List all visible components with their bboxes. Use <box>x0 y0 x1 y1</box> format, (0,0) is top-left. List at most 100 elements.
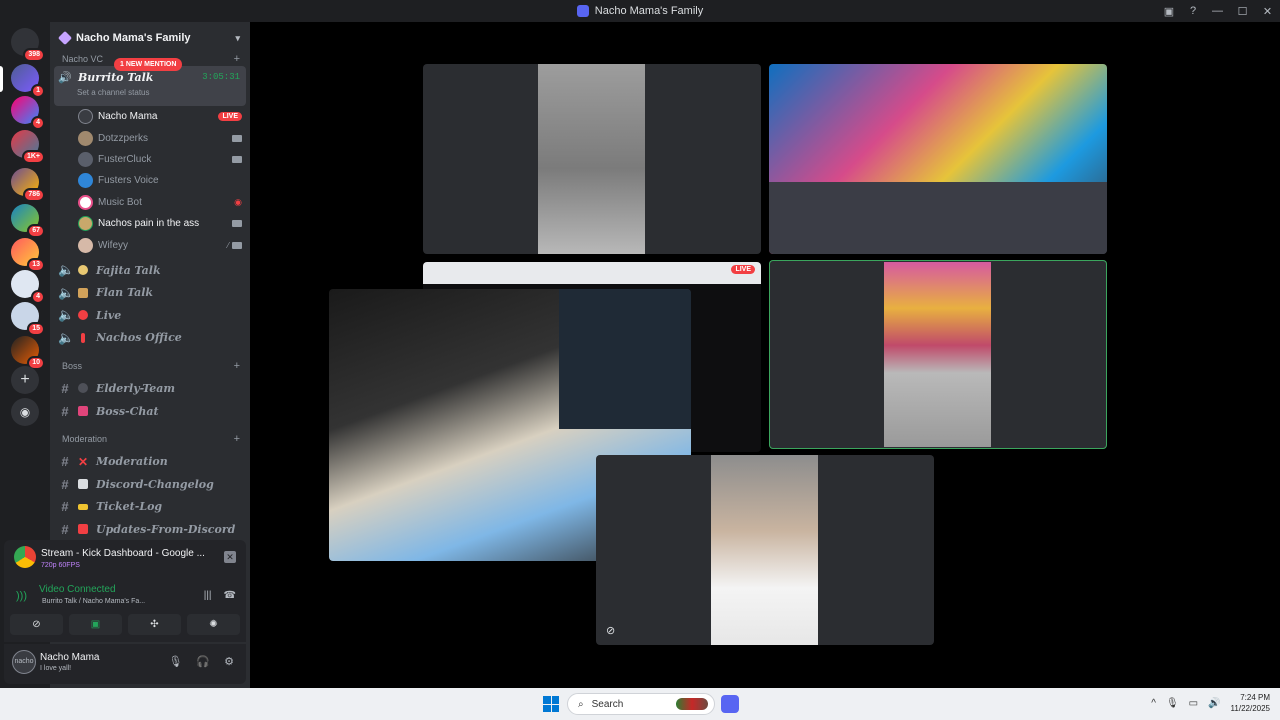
unread-badge: 1 <box>31 84 45 98</box>
video-tile[interactable] <box>423 64 761 254</box>
discord-taskbar-icon[interactable] <box>721 695 739 713</box>
server-icon[interactable]: 10 <box>11 336 45 370</box>
discover-icon[interactable]: ◉ <box>11 398 39 426</box>
username[interactable]: Nacho Mama <box>40 652 99 663</box>
browser-chrome <box>423 262 761 284</box>
network-icon[interactable]: ▭ <box>1189 698 1198 709</box>
stop-stream-button[interactable]: ✕ <box>224 551 236 563</box>
category-boss[interactable]: Boss + <box>50 355 250 377</box>
disconnect-icon[interactable]: ☎ <box>224 590 236 601</box>
channel-emoji <box>78 479 88 490</box>
microphone-icon[interactable]: 🎙 <box>168 655 182 668</box>
voice-member[interactable]: Fusters Voice <box>50 170 250 191</box>
voice-member[interactable]: Nachos pain in the ass <box>50 213 250 234</box>
voice-channel-live[interactable]: 🔈 Live <box>50 304 250 327</box>
video-tile[interactable]: ⊘ <box>596 455 934 645</box>
server-icon[interactable]: 15 <box>11 302 45 336</box>
avatar <box>78 194 93 210</box>
server-folder-icon[interactable]: 786 <box>11 168 45 202</box>
add-channel-icon[interactable]: + <box>234 360 240 372</box>
direct-messages-icon[interactable]: 398 <box>11 28 45 62</box>
speaker-icon: 🔈 <box>58 329 75 345</box>
text-channel-elderly-team[interactable]: # Elderly-Team <box>50 377 250 400</box>
server-folder-icon[interactable]: 1K+ <box>11 130 45 164</box>
avatar <box>78 130 93 146</box>
settings-gear-icon[interactable]: ⚙ <box>224 655 234 668</box>
text-channel-discord-changelog[interactable]: # Discord-Changelog <box>50 473 250 496</box>
unread-badge: 67 <box>27 224 45 238</box>
unread-badge: 786 <box>23 188 45 202</box>
selected-pill <box>0 66 3 92</box>
voice-member[interactable]: FusterCluck <box>50 149 250 170</box>
search-box[interactable]: ⌕ Search <box>567 693 715 715</box>
avatar[interactable]: nacho <box>12 650 36 674</box>
voice-channel-nachos-office[interactable]: 🔈 Nachos Office <box>50 327 250 350</box>
voice-channel-flan[interactable]: 🔈 Flan Talk <box>50 281 250 304</box>
text-channel-boss-chat[interactable]: # Boss-Chat <box>50 400 250 423</box>
maximize-button[interactable]: ☐ <box>1230 0 1255 22</box>
connection-status[interactable]: Video Connected <box>39 584 116 595</box>
video-feed <box>769 182 1107 254</box>
signal-icon[interactable]: ))) <box>16 590 27 602</box>
activities-button[interactable]: ✣ <box>128 614 181 635</box>
search-icon: ⌕ <box>578 698 584 710</box>
text-channel-updates[interactable]: # Updates-From-Discord <box>50 518 250 541</box>
megaphone-icon <box>78 524 88 535</box>
share-screen-button[interactable]: ▣ <box>69 614 122 635</box>
server-folder-icon[interactable]: 67 <box>11 204 45 238</box>
category-moderation[interactable]: Moderation + <box>50 428 250 450</box>
video-tile-speaking[interactable] <box>769 260 1107 449</box>
server-boost-icon <box>57 30 73 46</box>
chevron-up-icon[interactable]: ^ <box>1151 698 1156 709</box>
active-voice-channel[interactable]: 1 NEW MENTION 🔊 Burrito Talk 3:05:31 Set… <box>54 58 246 106</box>
hash-icon: # <box>61 454 69 470</box>
server-folder-icon[interactable]: 13 <box>11 238 45 272</box>
text-channel-ticket-log[interactable]: # Ticket-Log <box>50 495 250 518</box>
minimize-button[interactable]: — <box>1205 0 1230 22</box>
add-server-icon[interactable]: + <box>11 366 39 394</box>
server-icon[interactable]: 4 <box>11 270 45 304</box>
channel-emoji <box>78 265 88 276</box>
noise-suppression-icon[interactable]: ||| <box>204 590 212 601</box>
custom-status[interactable]: I love yall! <box>40 665 71 672</box>
text-channel-moderation[interactable]: # ✕ Moderation <box>50 450 250 473</box>
windows-start-icon[interactable] <box>543 696 559 712</box>
unread-badge: 398 <box>23 48 45 62</box>
voice-member[interactable]: Nacho Mama LIVE <box>50 106 250 127</box>
close-button[interactable]: ✕ <box>1255 0 1280 22</box>
speaker-icon: 🔈 <box>58 284 75 300</box>
voice-member[interactable]: Dotzzperks <box>50 127 250 148</box>
video-tile[interactable] <box>769 64 1107 254</box>
unread-badge: 15 <box>27 322 45 336</box>
inbox-icon[interactable]: ▣ <box>1157 0 1181 22</box>
add-channel-icon[interactable]: + <box>234 53 240 65</box>
server-icon[interactable]: 4 <box>11 96 45 130</box>
add-channel-icon[interactable]: + <box>234 433 240 445</box>
speaker-icon: 🔈 <box>58 262 75 278</box>
video-feed <box>711 455 818 645</box>
connection-channel[interactable]: Burrito Talk / Nacho Mama's Fa... <box>42 598 145 605</box>
channel-emoji <box>81 332 85 343</box>
headphones-icon[interactable]: 🎧 <box>196 655 210 668</box>
clock[interactable]: 7:24 PM 11/22/2025 <box>1231 692 1270 714</box>
camera-off-button[interactable]: ⊘ <box>10 614 63 635</box>
monitor <box>559 289 691 429</box>
voice-member[interactable]: Wifeyy ⁄ <box>50 234 250 255</box>
server-header[interactable]: Nacho Mama's Family ▾ <box>50 22 250 54</box>
channel-emoji <box>78 310 88 321</box>
hash-icon: # <box>61 499 69 515</box>
muted-mic-icon: ⊘ <box>606 625 616 637</box>
server-icon-nacho[interactable]: 1 <box>11 64 45 98</box>
soundboard-button[interactable]: ✺ <box>187 614 240 635</box>
voice-member[interactable]: Music Bot ◉ <box>50 192 250 213</box>
volume-icon[interactable]: 🔊 <box>1208 698 1220 709</box>
voice-channel-fajita[interactable]: 🔈 Fajita Talk <box>50 259 250 282</box>
title-bar: Nacho Mama's Family ▣ ? — ☐ ✕ <box>0 0 1280 22</box>
camera-icon <box>232 155 242 163</box>
channel-status-input[interactable]: Set a channel status <box>54 88 246 97</box>
stream-icon: ◉ <box>234 196 242 207</box>
new-mention-badge[interactable]: 1 NEW MENTION <box>114 58 183 71</box>
hash-icon: # <box>61 521 69 537</box>
help-icon[interactable]: ? <box>1181 0 1205 22</box>
microphone-icon[interactable]: 🎙 <box>1166 698 1179 709</box>
